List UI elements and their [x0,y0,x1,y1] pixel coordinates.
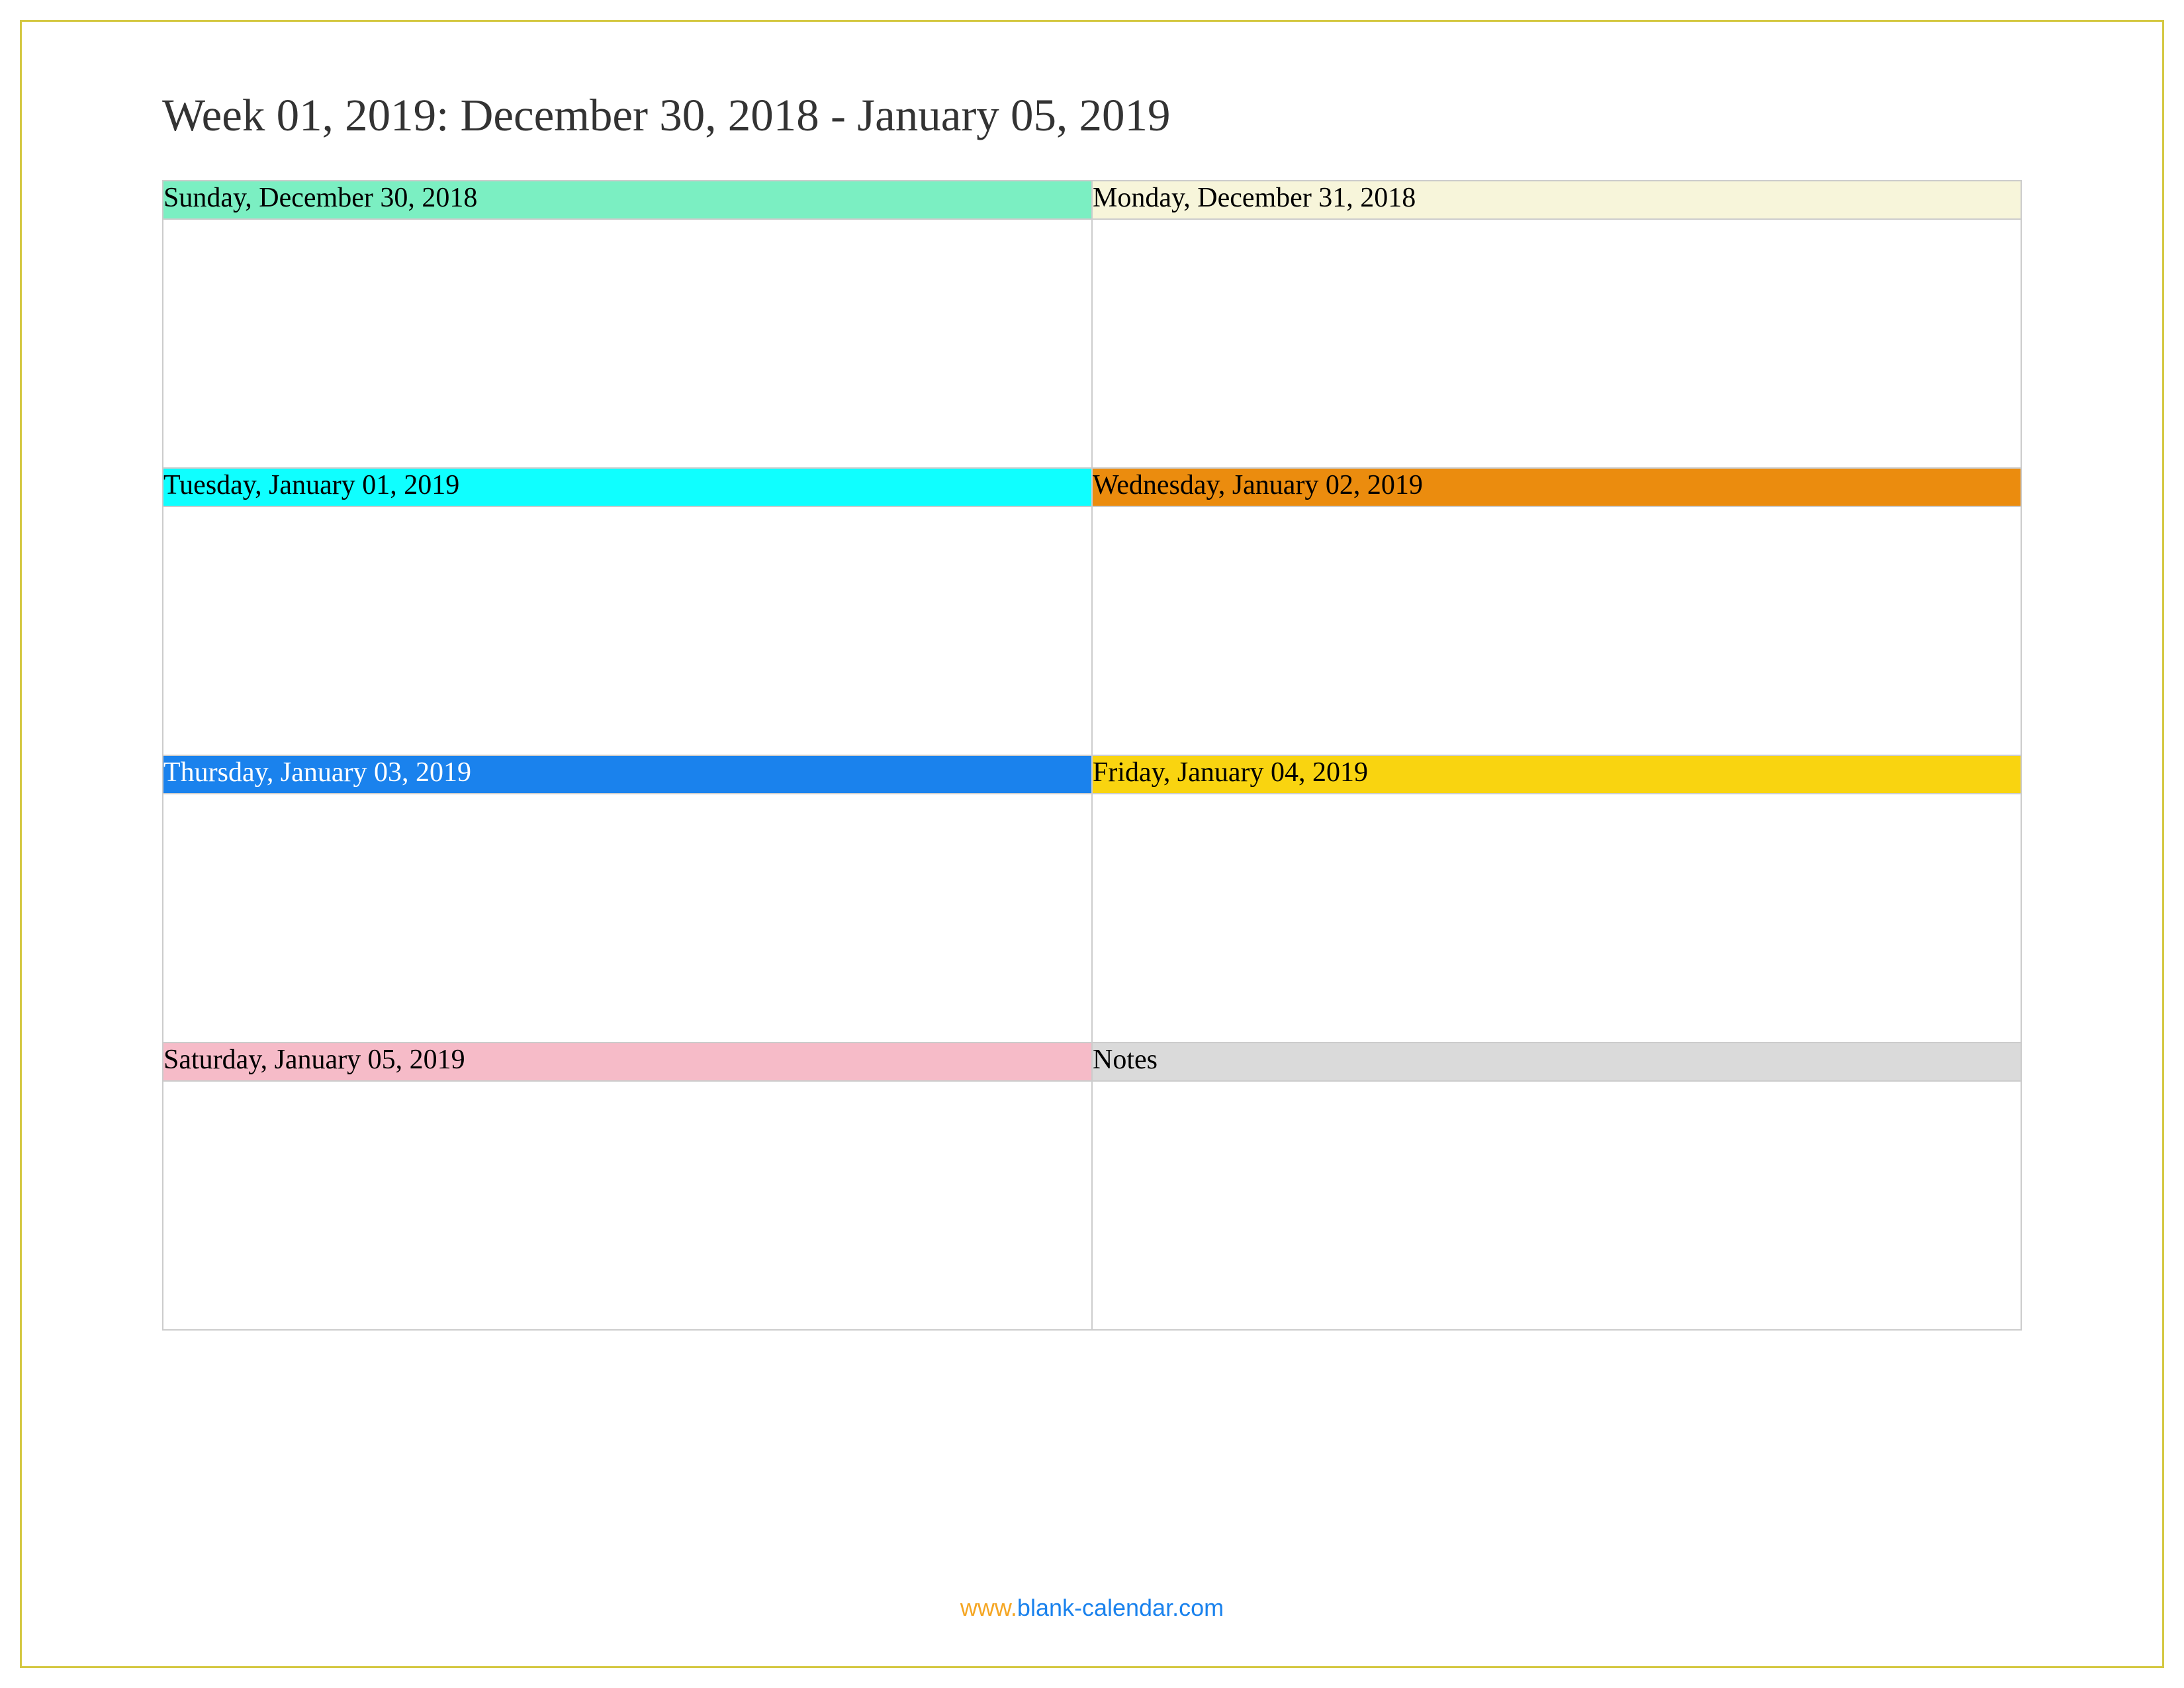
day-body-thursday[interactable] [163,794,1092,1043]
day-header-friday: Friday, January 04, 2019 [1092,755,2021,794]
table-row [163,506,2021,755]
day-header-wednesday: Wednesday, January 02, 2019 [1092,468,2021,506]
table-row: Thursday, January 03, 2019 Friday, Janua… [163,755,2021,794]
table-row [163,1081,2021,1330]
notes-header: Notes [1092,1043,2021,1081]
footer-prefix: www. [960,1594,1017,1621]
day-header-tuesday: Tuesday, January 01, 2019 [163,468,1092,506]
day-body-wednesday[interactable] [1092,506,2021,755]
notes-body[interactable] [1092,1081,2021,1330]
day-body-friday[interactable] [1092,794,2021,1043]
day-header-thursday: Thursday, January 03, 2019 [163,755,1092,794]
day-header-sunday: Sunday, December 30, 2018 [163,181,1092,219]
footer-domain: blank-calendar.com [1017,1594,1224,1621]
table-row [163,219,2021,468]
page-title: Week 01, 2019: December 30, 2018 - Janua… [162,89,2022,142]
day-header-saturday: Saturday, January 05, 2019 [163,1043,1092,1081]
day-body-sunday[interactable] [163,219,1092,468]
table-row [163,794,2021,1043]
weekly-calendar-table: Sunday, December 30, 2018 Monday, Decemb… [162,180,2022,1331]
table-row: Tuesday, January 01, 2019 Wednesday, Jan… [163,468,2021,506]
table-row: Sunday, December 30, 2018 Monday, Decemb… [163,181,2021,219]
footer-link[interactable]: www.blank-calendar.com [0,1594,2184,1622]
day-body-monday[interactable] [1092,219,2021,468]
content-area: Week 01, 2019: December 30, 2018 - Janua… [162,89,2022,1331]
day-body-tuesday[interactable] [163,506,1092,755]
day-header-monday: Monday, December 31, 2018 [1092,181,2021,219]
day-body-saturday[interactable] [163,1081,1092,1330]
table-row: Saturday, January 05, 2019 Notes [163,1043,2021,1081]
